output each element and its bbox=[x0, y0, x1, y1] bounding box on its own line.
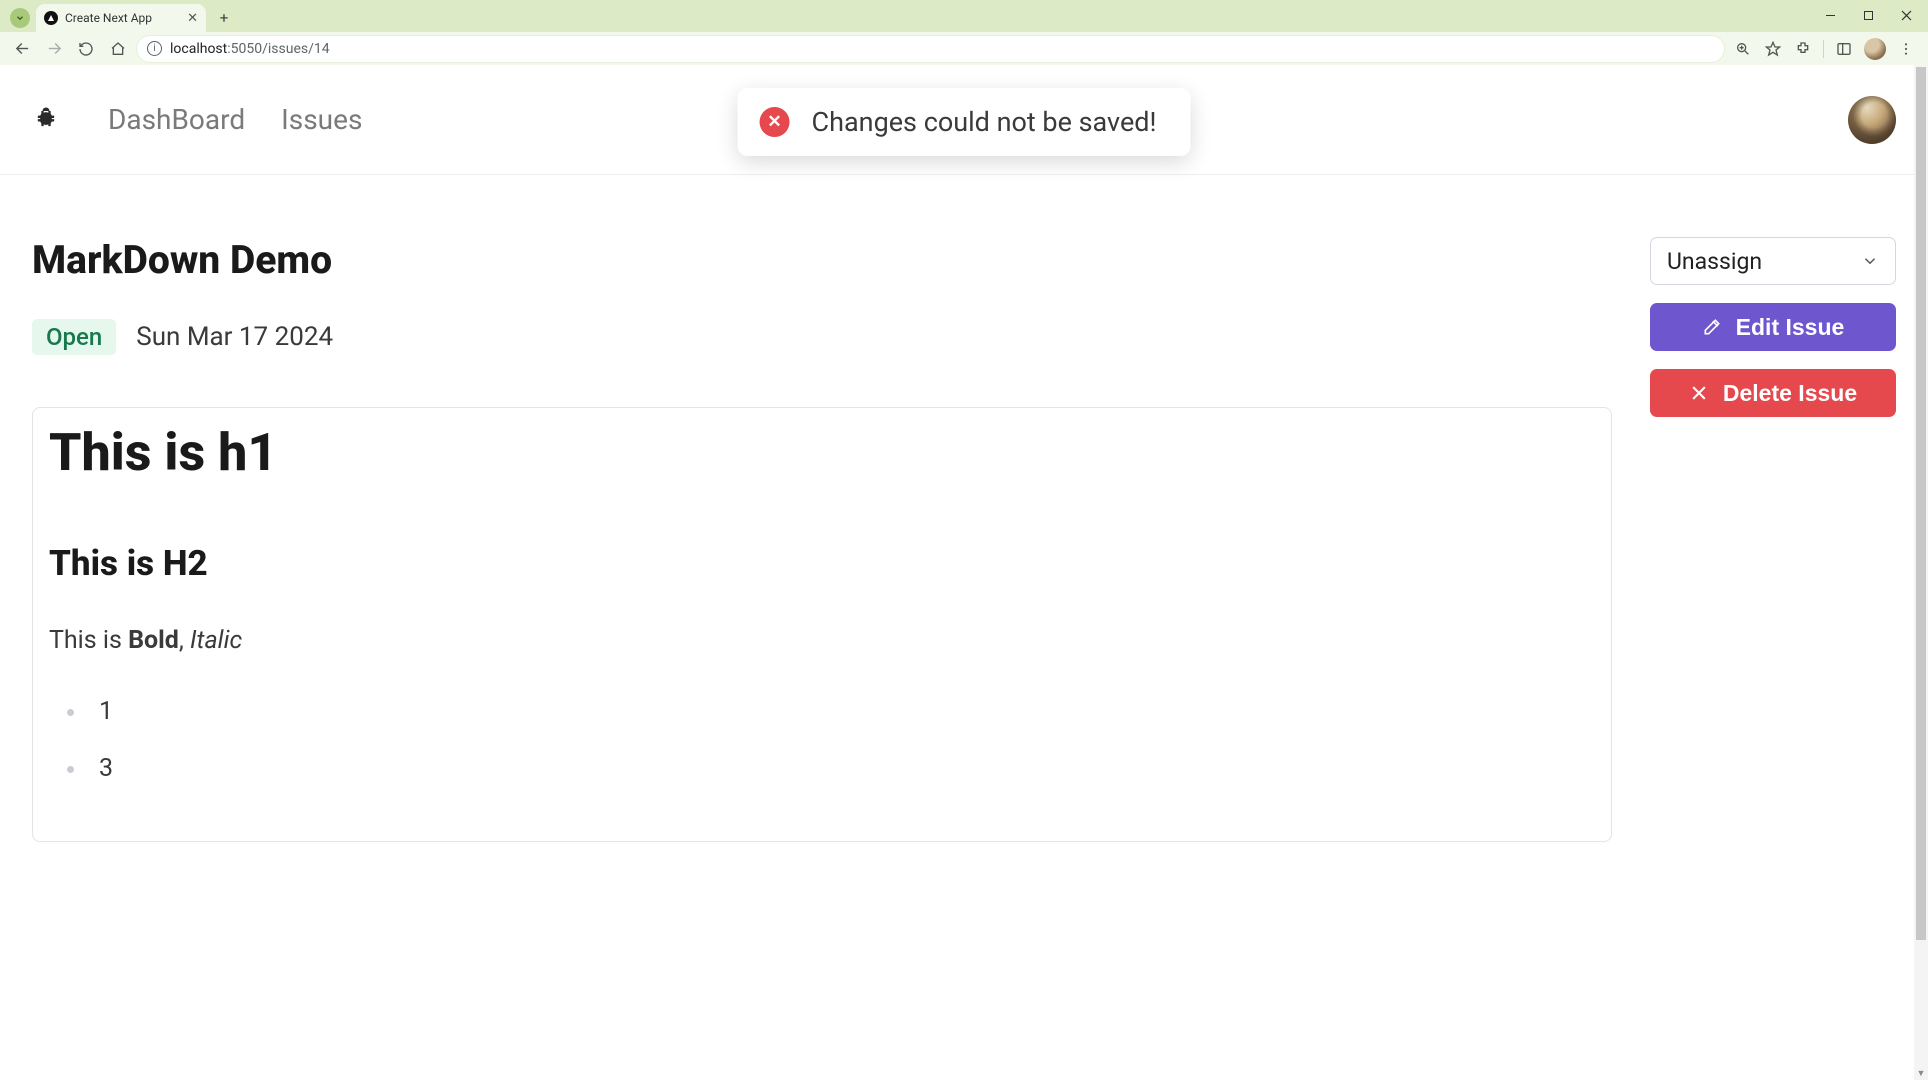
assignee-value: Unassign bbox=[1667, 248, 1762, 275]
address-bar[interactable]: i localhost:5050/issues/14 bbox=[136, 35, 1725, 63]
scrollbar-thumb[interactable] bbox=[1916, 67, 1926, 940]
error-icon: ✕ bbox=[760, 107, 790, 137]
toolbar-divider bbox=[1823, 40, 1824, 58]
issue-date: Sun Mar 17 2024 bbox=[136, 322, 333, 352]
issue-description: This is h1 This is H2 This is Bold, Ital… bbox=[32, 407, 1612, 842]
window-controls bbox=[1812, 4, 1924, 26]
bug-logo-icon[interactable] bbox=[32, 104, 60, 136]
nav-link-issues[interactable]: Issues bbox=[281, 103, 362, 136]
scrollbar[interactable]: ▲ ▼ bbox=[1914, 65, 1928, 1080]
prose-h1: This is h1 bbox=[49, 422, 1595, 483]
nav-links: DashBoard Issues bbox=[108, 103, 362, 136]
nav-link-dashboard[interactable]: DashBoard bbox=[108, 103, 245, 136]
sidepanel-icon[interactable] bbox=[1830, 35, 1858, 63]
extensions-icon[interactable] bbox=[1789, 35, 1817, 63]
tab-title: Create Next App bbox=[65, 11, 152, 25]
window-close-button[interactable] bbox=[1888, 4, 1924, 26]
prose-h2: This is H2 bbox=[49, 543, 1595, 584]
browser-toolbar: i localhost:5050/issues/14 bbox=[0, 32, 1928, 65]
reload-button[interactable] bbox=[72, 35, 100, 63]
zoom-icon[interactable] bbox=[1729, 35, 1757, 63]
page-body: MarkDown Demo Open Sun Mar 17 2024 This … bbox=[0, 175, 1928, 842]
tab-strip: Create Next App ✕ + bbox=[0, 0, 1928, 32]
prose-list: 1 3 bbox=[49, 697, 1595, 783]
side-column: Unassign Edit Issue Delete Issue bbox=[1650, 237, 1896, 842]
tab-close-icon[interactable]: ✕ bbox=[187, 11, 198, 26]
page-viewport: ▲ ▼ DashBoard Issues ✕ Changes could not… bbox=[0, 65, 1928, 1080]
browser-menu-button[interactable] bbox=[1892, 35, 1920, 63]
prose-paragraph: This is Bold, Italic bbox=[49, 626, 1595, 655]
scrollbar-down-icon[interactable]: ▼ bbox=[1914, 1066, 1928, 1080]
delete-issue-button[interactable]: Delete Issue bbox=[1650, 369, 1896, 417]
tab-search-button[interactable] bbox=[10, 8, 30, 28]
window-minimize-button[interactable] bbox=[1812, 4, 1848, 26]
url-text: localhost:5050/issues/14 bbox=[170, 41, 330, 57]
favicon-icon bbox=[44, 11, 58, 25]
list-item: 1 bbox=[67, 697, 1595, 726]
status-badge: Open bbox=[32, 319, 116, 355]
bookmark-icon[interactable] bbox=[1759, 35, 1787, 63]
main-column: MarkDown Demo Open Sun Mar 17 2024 This … bbox=[32, 237, 1612, 842]
nav-back-button[interactable] bbox=[8, 35, 36, 63]
home-button[interactable] bbox=[104, 35, 132, 63]
edit-label: Edit Issue bbox=[1736, 314, 1845, 341]
assignee-select[interactable]: Unassign bbox=[1650, 237, 1896, 285]
error-toast: ✕ Changes could not be saved! bbox=[738, 88, 1191, 156]
toast-message: Changes could not be saved! bbox=[812, 106, 1157, 138]
site-info-icon[interactable]: i bbox=[147, 41, 162, 56]
nav-forward-button[interactable] bbox=[40, 35, 68, 63]
window-maximize-button[interactable] bbox=[1850, 4, 1886, 26]
edit-icon bbox=[1702, 317, 1722, 337]
issue-title: MarkDown Demo bbox=[32, 237, 1612, 283]
browser-tab[interactable]: Create Next App ✕ bbox=[36, 4, 206, 32]
edit-issue-button[interactable]: Edit Issue bbox=[1650, 303, 1896, 351]
list-item: 3 bbox=[67, 754, 1595, 783]
user-avatar[interactable] bbox=[1848, 96, 1896, 144]
new-tab-button[interactable]: + bbox=[212, 6, 236, 30]
close-icon bbox=[1689, 383, 1709, 403]
browser-chrome: Create Next App ✕ + i bbox=[0, 0, 1928, 65]
chevron-down-icon bbox=[1861, 252, 1879, 270]
issue-meta: Open Sun Mar 17 2024 bbox=[32, 319, 1612, 355]
profile-avatar-small[interactable] bbox=[1864, 38, 1886, 60]
delete-label: Delete Issue bbox=[1723, 380, 1857, 407]
